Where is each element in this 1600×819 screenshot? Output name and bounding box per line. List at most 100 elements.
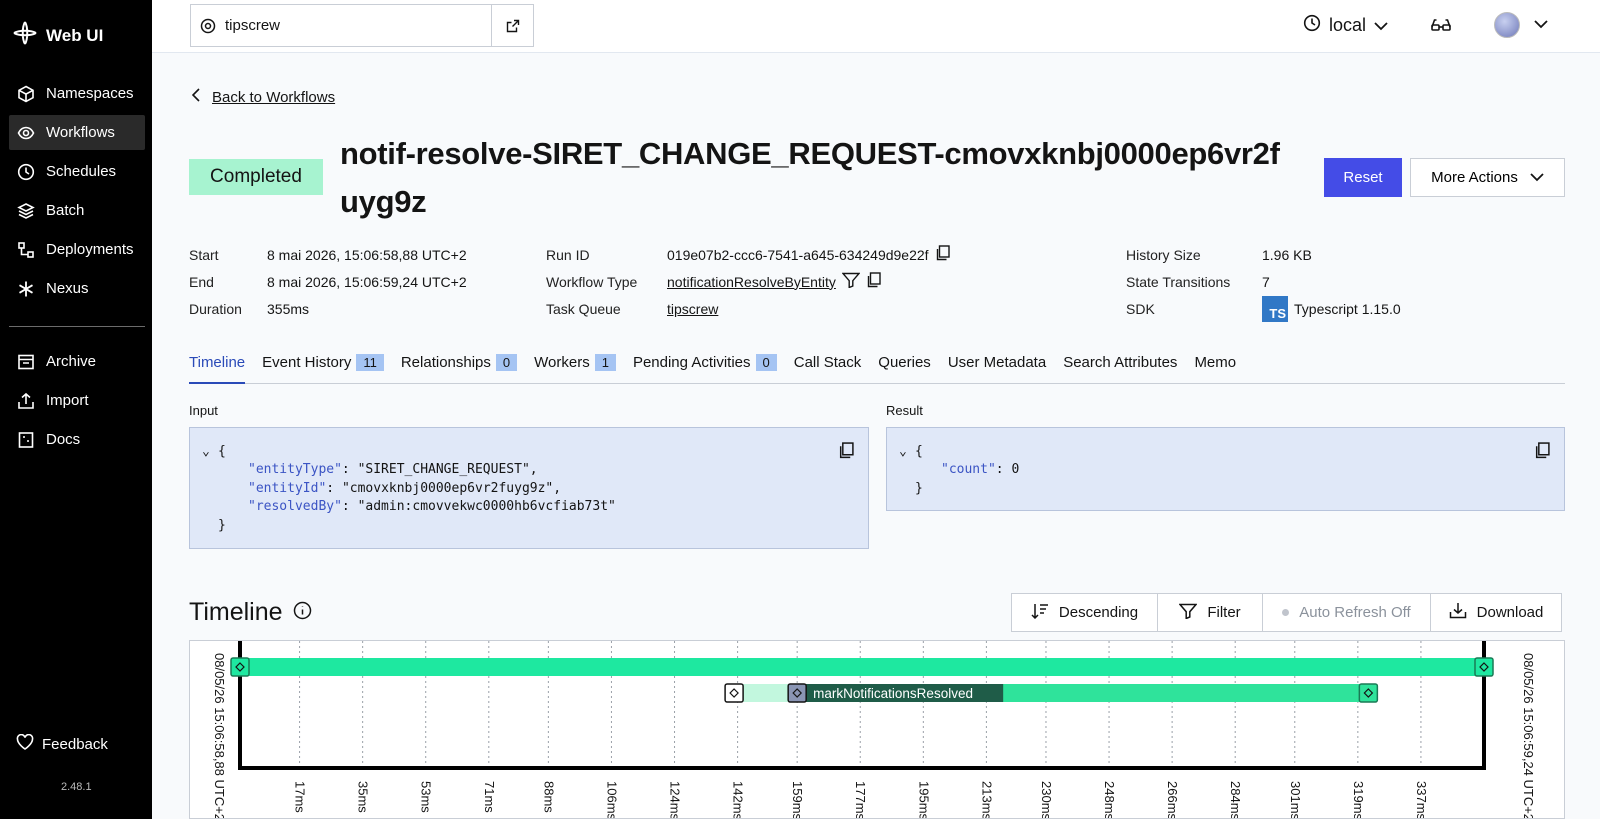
- external-link-icon[interactable]: [491, 5, 533, 46]
- tab-count-badge: 1: [594, 354, 616, 371]
- feedback-link[interactable]: Feedback: [16, 733, 108, 754]
- timeline-tick-label: 266ms: [1165, 781, 1180, 819]
- json-value: "SIRET_CHANGE_REQUEST",: [357, 462, 538, 478]
- nav-item-schedules[interactable]: Schedules: [9, 154, 145, 189]
- timeline-tick-label: 88ms: [541, 781, 556, 813]
- descending-button[interactable]: Descending: [1011, 593, 1158, 632]
- task-queue-link[interactable]: tipscrew: [667, 301, 718, 317]
- tab-label: Pending Activities: [632, 354, 751, 371]
- activity-completed-marker[interactable]: [1358, 683, 1379, 703]
- timeline-tick-label: 284ms: [1228, 781, 1243, 819]
- timeline-tick-label: 35ms: [356, 781, 371, 813]
- download-button[interactable]: Download: [1430, 593, 1562, 632]
- brand-name: Web UI: [46, 25, 104, 45]
- auto-refresh-button[interactable]: Auto Refresh Off: [1262, 593, 1431, 632]
- nav-item-archive[interactable]: Archive: [9, 344, 145, 379]
- filter-icon[interactable]: [841, 272, 861, 291]
- feedback-label: Feedback: [42, 735, 108, 753]
- filter-icon: [1178, 603, 1198, 623]
- asterisk-icon: [16, 279, 36, 299]
- tab-timeline[interactable]: Timeline: [189, 352, 246, 384]
- history-size-value: 1.96 KB: [1262, 246, 1312, 263]
- typescript-icon: TS: [1262, 295, 1288, 322]
- namespace-switcher[interactable]: tipscrew: [190, 4, 534, 47]
- details-history: History Size 1.96 KB State Transitions 7 S…: [1126, 241, 1401, 322]
- nav-label: Deployments: [46, 241, 134, 258]
- result-code-panel[interactable]: ⌄{ "count": 0 }: [886, 427, 1565, 511]
- tab-relationships[interactable]: Relationships 0: [400, 352, 518, 384]
- copy-icon[interactable]: [1534, 442, 1550, 463]
- docs-icon: [16, 430, 36, 450]
- timeline-tick-label: 213ms: [979, 781, 994, 819]
- activity-label[interactable]: markNotificationsResolved: [813, 686, 973, 701]
- json-key: "count": [941, 462, 996, 478]
- tab-count-badge: 11: [356, 354, 384, 371]
- cluster-selector[interactable]: local: [1303, 14, 1388, 37]
- workflow-start-marker[interactable]: [230, 657, 250, 677]
- timeline-tick-label: 195ms: [916, 781, 931, 819]
- descending-label: Descending: [1058, 604, 1139, 621]
- back-to-workflows-link[interactable]: Back to Workflows: [191, 88, 335, 106]
- reset-button[interactable]: Reset: [1324, 158, 1402, 197]
- tab-workers[interactable]: Workers 1: [534, 352, 616, 384]
- nav-label: Nexus: [46, 280, 89, 297]
- workflow-bar[interactable]: [240, 658, 1484, 676]
- nav-item-namespaces[interactable]: Namespaces: [9, 76, 145, 111]
- tab-queries[interactable]: Queries: [878, 352, 931, 384]
- nav-item-import[interactable]: Import: [9, 383, 145, 418]
- json-value: 0: [1011, 462, 1020, 478]
- details-run: Run ID 019e07b2-ccc6-7541-a645-634249d9e…: [546, 241, 950, 322]
- brand[interactable]: Web UI: [12, 20, 103, 51]
- tab-search-attributes[interactable]: Search Attributes: [1063, 352, 1177, 384]
- tab-label: Memo: [1194, 354, 1237, 371]
- glasses-icon[interactable]: [1430, 16, 1452, 39]
- filter-button[interactable]: Filter: [1157, 593, 1263, 632]
- copy-icon[interactable]: [935, 245, 950, 264]
- run-id-value: 019e07b2-ccc6-7541-a645-634249d9e22f: [667, 246, 929, 263]
- nav-label: Workflows: [46, 124, 115, 141]
- secondary-nav: Archive Import Docs: [9, 344, 145, 461]
- primary-nav: Namespaces Workflows Schedules Batch Dep…: [9, 76, 145, 310]
- tab-label: Relationships: [400, 354, 491, 371]
- collapse-chevron-icon[interactable]: ⌄: [202, 444, 218, 459]
- nav-item-docs[interactable]: Docs: [9, 422, 145, 457]
- tab-count-badge: 0: [755, 354, 777, 371]
- run-id-label: Run ID: [546, 246, 590, 263]
- more-actions-button[interactable]: More Actions: [1410, 158, 1565, 197]
- nav-label: Docs: [46, 431, 81, 448]
- input-code-panel[interactable]: ⌄{ "entityType": "SIRET_CHANGE_REQUEST",…: [189, 427, 869, 549]
- tab-user-metadata[interactable]: User Metadata: [948, 352, 1046, 384]
- nav-item-nexus[interactable]: Nexus: [9, 271, 145, 306]
- tab-label: Queries: [878, 354, 931, 371]
- tab-label: Timeline: [189, 354, 246, 371]
- activity-scheduled-marker[interactable]: [724, 683, 744, 703]
- collapse-chevron-icon[interactable]: ⌄: [899, 444, 915, 459]
- chevron-down-icon: [1530, 169, 1544, 186]
- timeline-tick-label: 337ms: [1414, 781, 1429, 819]
- tab-event-history[interactable]: Event History 11: [262, 352, 384, 384]
- tab-pending-activities[interactable]: Pending Activities 0: [633, 352, 777, 384]
- workflow-end-marker[interactable]: [1474, 657, 1494, 677]
- avatar: [1494, 12, 1520, 38]
- copy-icon[interactable]: [866, 272, 881, 291]
- nav-label: Schedules: [46, 163, 117, 180]
- nav-item-batch[interactable]: Batch: [9, 193, 145, 228]
- nav-item-workflows[interactable]: Workflows: [9, 115, 145, 150]
- user-menu[interactable]: [1494, 12, 1548, 38]
- json-brace: }: [218, 517, 226, 533]
- namespace-icon: [191, 18, 225, 34]
- deployments-icon: [16, 240, 36, 260]
- activity-started-marker[interactable]: [787, 683, 807, 703]
- timeline-chart: 17ms 35ms 53ms 71ms 88ms 106ms 124ms 142ms 159ms…: [189, 640, 1565, 819]
- upload-icon: [16, 391, 36, 411]
- heart-icon: [16, 733, 34, 754]
- tab-call-stack[interactable]: Call Stack: [794, 352, 862, 384]
- nav-item-deployments[interactable]: Deployments: [9, 232, 145, 267]
- cube-icon: [16, 84, 36, 104]
- copy-icon[interactable]: [838, 442, 854, 463]
- timeline-tick-label: 53ms: [419, 781, 434, 813]
- more-actions-label: More Actions: [1431, 169, 1518, 186]
- workflow-type-link[interactable]: notificationResolveByEntity: [667, 274, 836, 290]
- tab-memo[interactable]: Memo: [1194, 352, 1236, 384]
- info-icon[interactable]: [293, 598, 312, 627]
